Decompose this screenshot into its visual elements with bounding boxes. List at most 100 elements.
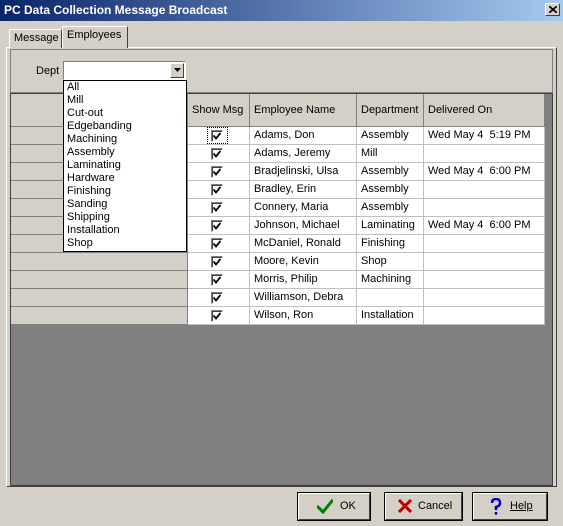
table-row[interactable]: Morris, Philip Machining [11, 271, 545, 289]
show-msg-cell [188, 127, 250, 145]
table-row[interactable]: Williamson, Debra [11, 289, 545, 307]
checkmark-icon [213, 150, 221, 158]
show-msg-checkbox[interactable] [211, 220, 223, 232]
dropdown-option[interactable]: Assembly [64, 146, 186, 159]
dropdown-option[interactable]: Machining [64, 133, 186, 146]
ok-button[interactable]: OK [297, 492, 371, 521]
question-icon [490, 498, 502, 515]
employee-name-cell[interactable]: Morris, Philip [250, 271, 357, 289]
employee-name-cell[interactable]: Johnson, Michael [250, 217, 357, 235]
employee-name-cell[interactable]: Connery, Maria [250, 199, 357, 217]
title-bar: PC Data Collection Message Broadcast [0, 0, 563, 21]
checkmark-icon [317, 499, 333, 514]
show-msg-checkbox[interactable] [211, 256, 223, 268]
delivered-on-cell[interactable]: Wed May 4 5:19 PM [424, 127, 545, 145]
department-cell[interactable]: Assembly [357, 181, 424, 199]
dropdown-option[interactable]: Cut-out [64, 107, 186, 120]
department-cell[interactable]: Assembly [357, 163, 424, 181]
dropdown-option[interactable]: Hardware [64, 172, 186, 185]
show-msg-checkbox[interactable] [211, 238, 223, 250]
delivered-on-cell[interactable] [424, 271, 545, 289]
help-button[interactable]: Help [472, 492, 548, 521]
table-row[interactable]: Wilson, Ron Installation [11, 307, 545, 325]
show-msg-checkbox[interactable] [211, 184, 223, 196]
dept-dropdown-button[interactable] [170, 63, 184, 78]
employee-name-cell[interactable]: Adams, Jeremy [250, 145, 357, 163]
department-cell[interactable]: Assembly [357, 199, 424, 217]
employee-name-cell[interactable]: McDaniel, Ronald [250, 235, 357, 253]
column-header-department[interactable]: Department [357, 94, 424, 127]
employee-name-cell[interactable]: Williamson, Debra [250, 289, 357, 307]
delivered-on-cell[interactable] [424, 181, 545, 199]
employee-name-cell[interactable]: Bradjelinski, Ulsa [250, 163, 357, 181]
department-cell[interactable]: Assembly [357, 127, 424, 145]
show-msg-checkbox[interactable] [211, 274, 223, 286]
show-msg-checkbox[interactable] [211, 292, 223, 304]
show-msg-checkbox[interactable] [211, 130, 223, 142]
dept-select[interactable] [63, 61, 186, 80]
show-msg-cell [188, 181, 250, 199]
row-header[interactable] [11, 307, 188, 325]
delivered-on-cell[interactable]: Wed May 4 6:00 PM [424, 217, 545, 235]
dropdown-option[interactable]: Laminating [64, 159, 186, 172]
column-header-employee-name[interactable]: Employee Name [250, 94, 357, 127]
delivered-on-cell[interactable] [424, 253, 545, 271]
window-title: PC Data Collection Message Broadcast [4, 3, 228, 17]
department-cell[interactable] [357, 289, 424, 307]
column-header-delivered-on[interactable]: Delivered On [424, 94, 545, 127]
show-msg-checkbox[interactable] [211, 166, 223, 178]
ok-button-label: OK [340, 500, 356, 512]
dropdown-option[interactable]: All [64, 81, 186, 94]
checkmark-icon [213, 186, 221, 194]
show-msg-checkbox[interactable] [211, 202, 223, 214]
dropdown-option[interactable]: Shop [64, 237, 186, 250]
tab-message[interactable]: Message [9, 29, 62, 48]
delivered-on-cell[interactable] [424, 199, 545, 217]
dropdown-option[interactable]: Installation [64, 224, 186, 237]
tab-employees[interactable]: Employees [62, 26, 128, 48]
department-cell[interactable]: Mill [357, 145, 424, 163]
employee-name-cell[interactable]: Moore, Kevin [250, 253, 357, 271]
dept-dropdown-list: All Mill Cut-out Edgebanding Machining Assemb… [63, 80, 187, 252]
dropdown-option[interactable]: Mill [64, 94, 186, 107]
show-msg-cell [188, 145, 250, 163]
row-header[interactable] [11, 271, 188, 289]
delivered-on-cell[interactable] [424, 307, 545, 325]
department-cell[interactable]: Laminating [357, 217, 424, 235]
department-cell[interactable]: Shop [357, 253, 424, 271]
cancel-button-label: Cancel [418, 500, 453, 512]
cancel-button[interactable]: Cancel [384, 492, 463, 521]
dropdown-option[interactable]: Finishing [64, 185, 186, 198]
employee-name-cell[interactable]: Bradley, Erin [250, 181, 357, 199]
delivered-on-cell[interactable]: Wed May 4 6:00 PM [424, 163, 545, 181]
department-cell[interactable]: Machining [357, 271, 424, 289]
show-msg-cell [188, 271, 250, 289]
delivered-on-cell[interactable] [424, 289, 545, 307]
dropdown-option[interactable]: Sanding [64, 198, 186, 211]
row-header[interactable] [11, 289, 188, 307]
checkmark-icon [213, 204, 221, 212]
table-row[interactable]: Moore, Kevin Shop [11, 253, 545, 271]
delivered-on-cell[interactable] [424, 145, 545, 163]
delivered-on-cell[interactable] [424, 235, 545, 253]
dept-label: Dept [36, 65, 60, 77]
show-msg-cell [188, 307, 250, 325]
employee-name-cell[interactable]: Adams, Don [250, 127, 357, 145]
show-msg-checkbox[interactable] [211, 148, 223, 160]
close-icon [549, 6, 557, 13]
employee-name-cell[interactable]: Wilson, Ron [250, 307, 357, 325]
dropdown-option[interactable]: Edgebanding [64, 120, 186, 133]
column-header-show-msg[interactable]: Show Msg [188, 94, 250, 127]
department-cell[interactable]: Installation [357, 307, 424, 325]
checkmark-icon [213, 276, 221, 284]
close-button[interactable] [545, 3, 560, 16]
checkmark-icon [213, 222, 221, 230]
show-msg-checkbox[interactable] [211, 310, 223, 322]
checkmark-icon [213, 312, 221, 320]
show-msg-cell [188, 199, 250, 217]
row-header[interactable] [11, 253, 188, 271]
checkmark-icon [213, 132, 221, 140]
department-cell[interactable]: Finishing [357, 235, 424, 253]
show-msg-cell [188, 253, 250, 271]
dropdown-option[interactable]: Shipping [64, 211, 186, 224]
